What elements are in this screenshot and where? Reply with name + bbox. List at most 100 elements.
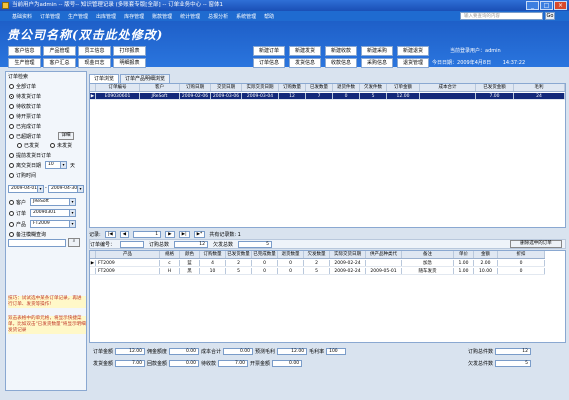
col-delivery-date[interactable]: 交货日期 xyxy=(211,84,242,91)
cell[interactable]: 2009-02-24 xyxy=(330,260,366,266)
radio-indicator[interactable] xyxy=(9,134,14,139)
menu-accounts[interactable]: 账款管理 xyxy=(148,13,176,20)
cell[interactable]: c xyxy=(160,260,180,266)
radio-indicator[interactable] xyxy=(9,163,14,168)
table-row[interactable]: ▶ E09030601 JReSoft 2009-02-06 2009-03-0… xyxy=(90,93,565,100)
purchase-info-button[interactable]: 采购信息 xyxy=(361,58,393,68)
cash-journal-button[interactable]: 现金日志 xyxy=(78,58,111,68)
cell[interactable]: H xyxy=(160,268,180,274)
cell[interactable]: 12 xyxy=(279,93,306,99)
radio-pending-invoice[interactable]: 待开票订单 xyxy=(9,113,41,120)
table-row[interactable]: FT2009 H 黑 10 5 0 0 5 2009-02-24 2009-05… xyxy=(90,268,545,275)
radio-indicator[interactable] xyxy=(17,143,22,148)
payment-info-button[interactable]: 收款信息 xyxy=(325,58,357,68)
menu-help[interactable]: 帮助 xyxy=(260,13,278,20)
col-product[interactable]: 产品 xyxy=(96,251,160,258)
cell[interactable]: 2 xyxy=(226,260,252,266)
radio-indicator[interactable] xyxy=(9,232,14,237)
new-purchase-button[interactable]: 新建采购 xyxy=(361,46,393,56)
dropdown-arrow-icon[interactable]: ▾ xyxy=(69,199,75,205)
return-mgmt-button[interactable]: 退货管理 xyxy=(397,58,429,68)
customer-summary-button[interactable]: 客户汇总 xyxy=(43,58,76,68)
col-product-code[interactable]: 供产品种类代 xyxy=(366,251,402,258)
dropdown-arrow-icon[interactable]: ▾ xyxy=(60,162,66,168)
col-order-amount[interactable]: 订单金额 xyxy=(387,84,420,91)
radio-indicator[interactable] xyxy=(9,84,14,89)
menu-outbound[interactable]: 出库管理 xyxy=(92,13,120,20)
radio-indicator[interactable] xyxy=(9,94,14,99)
cell[interactable]: 2009-03-06 xyxy=(211,93,242,99)
cell[interactable]: 2009-03-04 xyxy=(242,93,279,99)
shipment-info-button[interactable]: 发货信息 xyxy=(289,58,321,68)
radio-indicator[interactable] xyxy=(9,104,14,109)
prev-record-button[interactable]: ◀ xyxy=(119,230,130,238)
col-return-qty[interactable]: 退货数量 xyxy=(278,251,304,258)
col-order-qty[interactable]: 订购数量 xyxy=(279,84,306,91)
menu-analysis[interactable]: 总报分析 xyxy=(204,13,232,20)
radio-indicator[interactable] xyxy=(9,124,14,129)
cell[interactable]: 0 xyxy=(333,93,360,99)
radio-remark-search[interactable]: 备注模糊查询 xyxy=(9,231,46,238)
product-mgmt-button[interactable]: 产品管理 xyxy=(43,46,76,56)
cell[interactable]: 2009-02-24 xyxy=(330,268,366,274)
delete-order-button[interactable]: 删除选中的订单 xyxy=(510,240,562,248)
col-shipped-qty[interactable]: 已发货数量 xyxy=(226,251,252,258)
table-row[interactable]: ▶ FT2009 c 蓝 4 2 0 0 2 2009-02-24 加急 1.0… xyxy=(90,260,545,267)
cell[interactable]: 7.00 xyxy=(476,93,514,99)
binoculars-icon[interactable]: ⌕ xyxy=(68,238,80,247)
col-remark[interactable]: 备注 xyxy=(402,251,454,258)
tab-order-browse[interactable]: 订单浏览 xyxy=(89,74,120,83)
radio-days-to-delivery[interactable]: 离交货日期 xyxy=(9,162,41,169)
print-report-button[interactable]: 打印报表 xyxy=(113,46,146,56)
company-brand[interactable]: 贵公司名称(双击此处修改) xyxy=(7,26,163,43)
cell[interactable]: 蓝 xyxy=(180,260,200,266)
radio-pending-shipment[interactable]: 待发货订单 xyxy=(9,93,41,100)
col-short-qty[interactable]: 欠发数量 xyxy=(304,251,330,258)
col-done-qty[interactable]: 已完成数量 xyxy=(252,251,278,258)
search-go-button[interactable]: Go xyxy=(545,12,555,20)
search-input[interactable]: 输入要查询的内容 xyxy=(460,12,543,20)
minimize-button[interactable]: _ xyxy=(526,1,539,10)
col-short-qty[interactable]: 欠发件数 xyxy=(360,84,387,91)
cell[interactable] xyxy=(366,260,402,266)
next-record-button[interactable]: ▶ xyxy=(165,230,175,238)
customer-info-button[interactable]: 客户信息 xyxy=(8,46,41,56)
new-shipment-button[interactable]: 新建发货 xyxy=(289,46,321,56)
col-cost-total[interactable]: 成本合计 xyxy=(420,84,476,91)
cell[interactable]: 5 xyxy=(304,268,330,274)
cell[interactable]: FT2009 xyxy=(96,260,160,266)
new-payment-button[interactable]: 新建收款 xyxy=(325,46,357,56)
radio-indicator[interactable] xyxy=(9,114,14,119)
cell[interactable]: 7 xyxy=(306,93,333,99)
cell[interactable]: 2009-02-06 xyxy=(180,93,211,99)
product-select[interactable]: FT2009 ▾ xyxy=(30,220,76,228)
menu-basic-data[interactable]: 基础资料 xyxy=(8,13,36,20)
orders-grid[interactable]: 订单编号 客户 订购日期 交货日期 实际交货日期 订购数量 已发数量 退货件数 … xyxy=(89,83,566,228)
radio-indicator[interactable] xyxy=(9,211,14,216)
cell[interactable]: E09030601 xyxy=(96,93,140,99)
col-actual-delivery[interactable]: 实际交货日期 xyxy=(330,251,366,258)
cell[interactable]: 0 xyxy=(498,268,545,274)
cell[interactable]: 0 xyxy=(498,260,545,266)
new-return-button[interactable]: 新建退货 xyxy=(397,46,429,56)
radio-indicator[interactable] xyxy=(9,200,14,205)
dropdown-arrow-icon[interactable]: ▾ xyxy=(69,221,75,227)
cell[interactable]: 加急 xyxy=(402,260,454,266)
dropdown-arrow-icon[interactable]: ▾ xyxy=(69,210,75,216)
current-record[interactable]: 1 xyxy=(133,230,162,238)
col-profit[interactable]: 毛利 xyxy=(514,84,565,91)
order-info-button[interactable]: 订单信息 xyxy=(253,58,285,68)
cell[interactable]: FT2009 xyxy=(96,268,160,274)
cell[interactable]: 0 xyxy=(278,268,304,274)
cell[interactable]: 0 xyxy=(252,268,278,274)
radio-customer[interactable]: 客户 xyxy=(9,199,26,206)
date-from-field[interactable]: 2009-04-01 ▾ xyxy=(8,185,44,193)
cell[interactable]: 4 xyxy=(200,260,226,266)
cell[interactable]: 24 xyxy=(514,93,565,99)
radio-indicator[interactable] xyxy=(50,143,55,148)
col-color[interactable]: 颜色 xyxy=(180,251,200,258)
order-details-grid[interactable]: 产品 规格 颜色 订购数量 已发货数量 已完成数量 退货数量 欠发数量 实际交货… xyxy=(89,250,566,343)
dropdown-arrow-icon[interactable]: ▾ xyxy=(77,186,83,192)
last-record-button[interactable]: ▶| xyxy=(178,230,190,238)
new-order-button[interactable]: 新建订单 xyxy=(253,46,285,56)
